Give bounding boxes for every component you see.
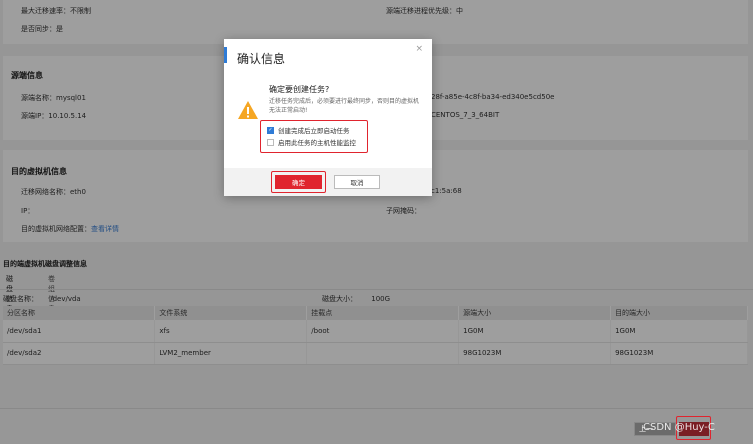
watermark: CSDN @Huy-C	[643, 422, 715, 433]
warning-icon	[237, 100, 259, 122]
dialog-title: 确认信息	[237, 52, 286, 66]
options-highlight	[260, 120, 368, 153]
dialog-question: 确定要创建任务?	[269, 85, 330, 94]
cancel-button[interactable]: 取消	[334, 175, 380, 189]
dialog-accent-bar	[224, 47, 227, 63]
dialog-footer: 确定 取消	[224, 168, 432, 196]
close-icon[interactable]: ×	[415, 44, 423, 54]
confirm-button-highlight	[271, 171, 326, 193]
dialog-description: 迁移任务完成后，必须要进行最终同步，否则目的虚拟机无法正常启动!	[269, 98, 420, 114]
confirm-dialog: 确认信息 × 确定要创建任务? 迁移任务完成后，必须要进行最终同步，否则目的虚拟…	[224, 39, 432, 196]
